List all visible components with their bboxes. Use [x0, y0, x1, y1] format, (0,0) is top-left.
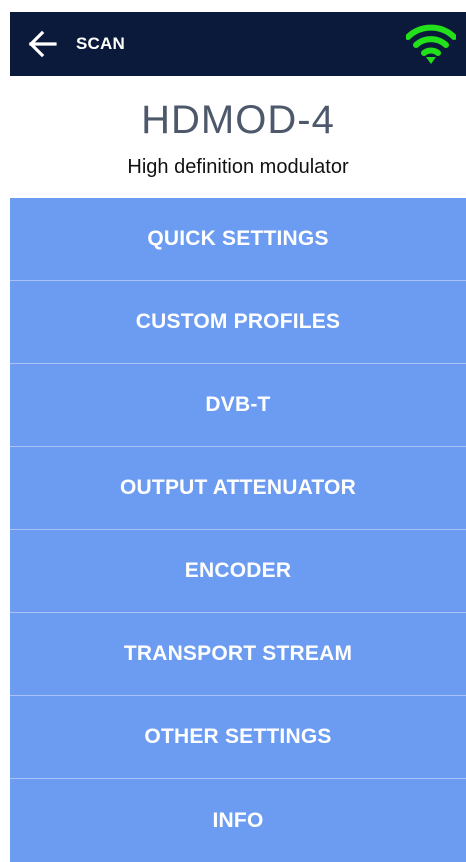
- menu-item-output-attenuator[interactable]: OUTPUT ATTENUATOR: [10, 447, 466, 530]
- menu-item-dvb-t[interactable]: DVB-T: [10, 364, 466, 447]
- arrow-left-icon: [28, 30, 57, 58]
- device-subtitle: High definition modulator: [127, 156, 349, 178]
- main-menu: QUICK SETTINGS CUSTOM PROFILES DVB-T OUT…: [10, 198, 466, 862]
- device-name: HDMOD-4: [141, 98, 335, 142]
- menu-item-quick-settings[interactable]: QUICK SETTINGS: [10, 198, 466, 281]
- menu-item-other-settings[interactable]: OTHER SETTINGS: [10, 696, 466, 779]
- menu-item-transport-stream[interactable]: TRANSPORT STREAM: [10, 613, 466, 696]
- top-app-bar: SCAN: [10, 12, 466, 76]
- device-header: HDMOD-4 High definition modulator: [10, 76, 466, 198]
- bar-title: SCAN: [76, 34, 125, 53]
- menu-item-encoder[interactable]: ENCODER: [10, 530, 466, 613]
- menu-item-custom-profiles[interactable]: CUSTOM PROFILES: [10, 281, 466, 364]
- back-button[interactable]: [22, 24, 62, 64]
- menu-item-info[interactable]: INFO: [10, 779, 466, 862]
- wifi-icon: [406, 24, 456, 64]
